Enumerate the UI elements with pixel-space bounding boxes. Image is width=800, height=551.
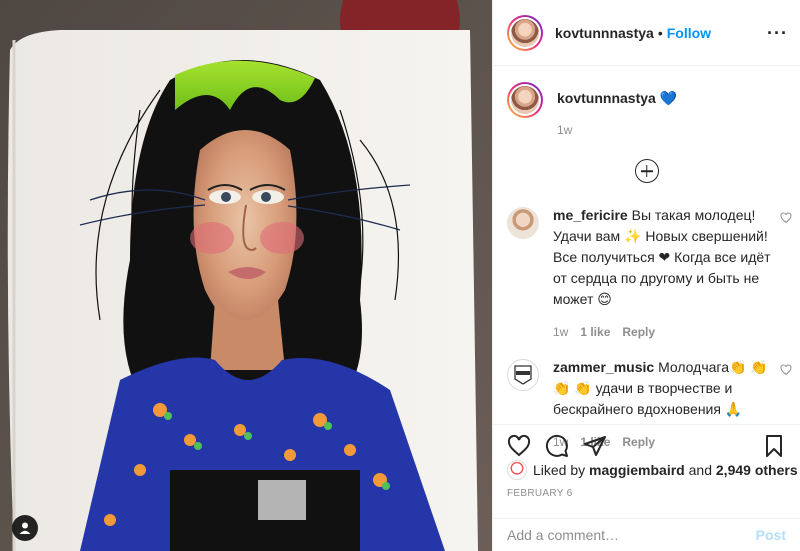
artwork-image: [0, 0, 492, 551]
comment-like-heart-icon[interactable]: [780, 211, 792, 227]
likes-others-count[interactable]: 2,949 others: [716, 462, 798, 478]
caption-avatar[interactable]: [507, 82, 543, 118]
share-paper-plane-icon[interactable]: [583, 434, 607, 458]
likes-and: and: [688, 462, 712, 478]
post-details-panel: kovtunnnastya • Follow ··· kovtunnnastya…: [492, 0, 800, 551]
person-icon: [19, 522, 31, 534]
comment-like-heart-icon[interactable]: [780, 363, 792, 379]
likes-prefix: Liked by: [533, 462, 586, 478]
post-header: kovtunnnastya • Follow ···: [493, 0, 800, 66]
plus-circle-icon[interactable]: [634, 159, 659, 183]
liker-avatar[interactable]: [507, 460, 527, 480]
comment-meta: 1w 1 like Reply: [553, 322, 779, 343]
author-avatar[interactable]: [507, 14, 543, 51]
post-caption: kovtunnnastya 💙 1w: [493, 66, 800, 137]
post-date[interactable]: FEBRUARY 6: [507, 488, 572, 499]
comment-username[interactable]: me_fericire: [553, 207, 628, 223]
author-username[interactable]: kovtunnnastya: [555, 25, 654, 41]
save-bookmark-icon[interactable]: [762, 434, 786, 458]
more-options-icon[interactable]: ···: [767, 24, 788, 42]
comment-likes[interactable]: 1 like: [580, 322, 610, 343]
blue-heart-emoji: 💙: [659, 90, 678, 106]
add-comment-bar: Post: [493, 518, 800, 551]
comment-item: me_fericire Вы такая молодец! Удачи вам …: [493, 205, 800, 343]
follow-button[interactable]: Follow: [667, 25, 711, 41]
caption-time[interactable]: 1w: [557, 123, 677, 137]
zammer-logo-icon: [514, 365, 532, 385]
load-more-comments[interactable]: [493, 159, 800, 183]
caption-username[interactable]: kovtunnnastya: [557, 90, 656, 106]
post-photo[interactable]: [0, 0, 492, 551]
likes-summary: Liked by maggiembaird and 2,949 others: [507, 460, 798, 480]
comment-username[interactable]: zammer_music: [553, 359, 654, 375]
commenter-avatar[interactable]: [507, 359, 539, 391]
comment-time[interactable]: 1w: [553, 322, 568, 343]
commenter-avatar[interactable]: [507, 207, 539, 239]
user-tag-button[interactable]: [12, 515, 38, 541]
separator-dot: •: [657, 24, 663, 41]
post-comment-button[interactable]: Post: [756, 527, 786, 543]
reply-button[interactable]: Reply: [622, 322, 655, 343]
like-heart-icon[interactable]: [507, 434, 531, 458]
comment-bubble-icon[interactable]: [545, 434, 569, 458]
liker-username[interactable]: maggiembaird: [589, 462, 685, 478]
comment-input[interactable]: [507, 527, 756, 543]
